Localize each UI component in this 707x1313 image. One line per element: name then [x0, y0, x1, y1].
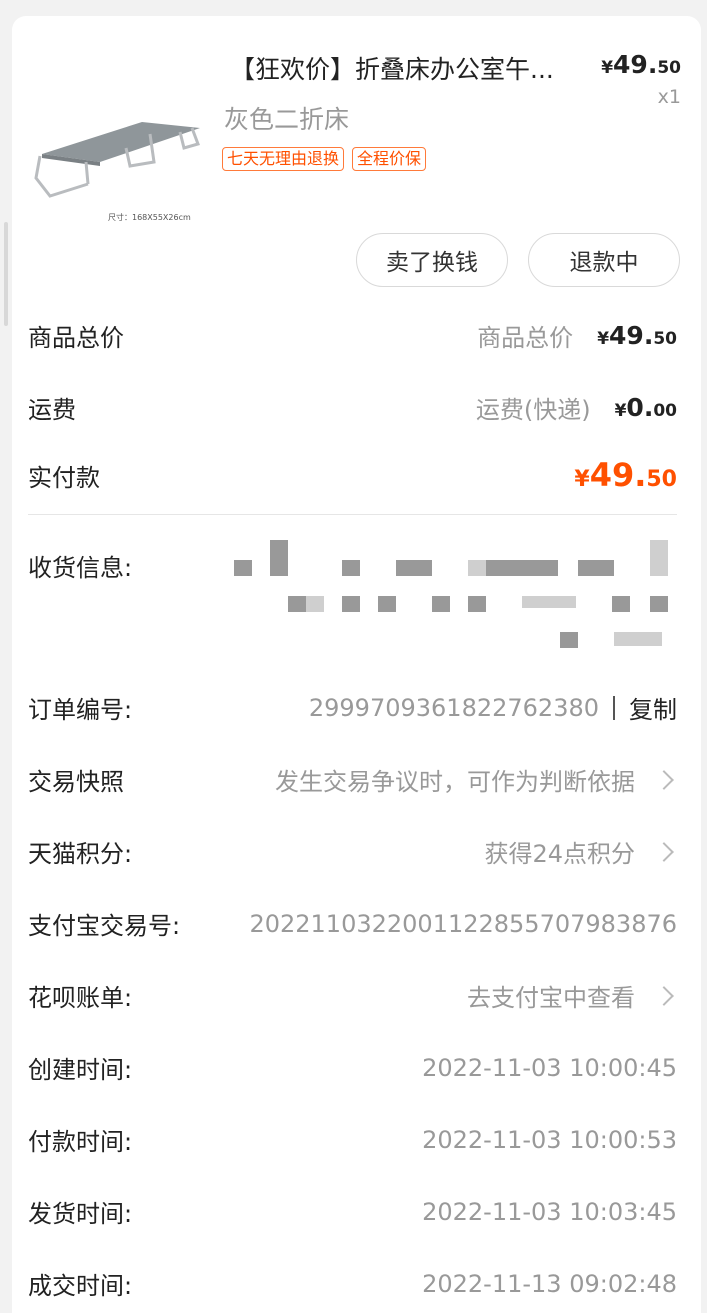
tag-price-protection[interactable]: 全程价保 — [352, 147, 427, 171]
created-time-value: 2022-11-03 10:00:45 — [422, 1053, 677, 1082]
shipped-time-value: 2022-11-03 10:03:45 — [422, 1197, 677, 1226]
closed-time-row: 成交时间: 2022-11-13 09:02:48 — [28, 1266, 677, 1301]
product-image-caption: 尺寸：168X55X26cm — [108, 212, 191, 222]
tag-seven-day-return[interactable]: 七天无理由退换 — [222, 147, 345, 171]
paid-time-label: 付款时间: — [28, 1128, 133, 1156]
huabei-bill-value: 去支付宝中查看 — [467, 984, 635, 1012]
tmall-points-value: 获得24点积分 — [484, 840, 635, 868]
closed-time-label: 成交时间: — [28, 1272, 133, 1300]
trade-snapshot-label: 交易快照 — [28, 768, 124, 796]
product-price: ¥49.50 — [601, 50, 681, 79]
huabei-bill-label: 花呗账单: — [28, 984, 133, 1012]
paid-time-row: 付款时间: 2022-11-03 10:00:53 — [28, 1122, 677, 1157]
chevron-right-icon — [654, 841, 674, 862]
order-detail-card: 尺寸：168X55X26cm 【狂欢价】折叠床办公室午... ¥49.50 x1… — [12, 16, 701, 1313]
tmall-points-label: 天猫积分: — [28, 840, 133, 868]
shipping-row: 运费 运费(快递) ¥0.00 — [28, 390, 677, 425]
product-title[interactable]: 【狂欢价】折叠床办公室午... — [230, 50, 590, 86]
product-quantity: x1 — [657, 86, 681, 108]
sell-for-cash-button[interactable]: 卖了换钱 — [356, 233, 508, 287]
product-image[interactable]: 尺寸：168X55X26cm — [30, 44, 200, 224]
shipping-info-label: 收货信息: — [28, 554, 133, 582]
paid-amount: ¥49.50 — [574, 456, 677, 494]
created-time-label: 创建时间: — [28, 1056, 133, 1084]
goods-total-row: 商品总价 商品总价 ¥49.50 — [28, 318, 677, 353]
service-tags: 七天无理由退换 全程价保 — [222, 147, 427, 171]
shipping-label: 运费 — [28, 396, 76, 424]
product-sku: 灰色二折床 — [224, 105, 350, 134]
order-number-row: 订单编号: 2999709361822762380 复制 — [28, 690, 677, 725]
goods-total-amount: ¥49.50 — [597, 321, 677, 350]
tmall-points-row[interactable]: 天猫积分: 获得24点积分 — [28, 834, 677, 869]
copy-order-number-button[interactable]: 复制 — [629, 690, 677, 725]
goods-total-label: 商品总价 — [28, 324, 124, 352]
trade-snapshot-value: 发生交易争议时，可作为判断依据 — [275, 768, 635, 796]
alipay-trade-number-row: 支付宝交易号: 2022110322001122855707983876 — [28, 906, 677, 941]
paid-label: 实付款 — [28, 463, 100, 492]
order-number-label: 订单编号: — [28, 696, 133, 724]
alipay-trade-number-label: 支付宝交易号: — [28, 912, 181, 940]
goods-total-sub: 商品总价 — [477, 324, 574, 352]
huabei-bill-row[interactable]: 花呗账单: 去支付宝中查看 — [28, 978, 677, 1013]
created-time-row: 创建时间: 2022-11-03 10:00:45 — [28, 1050, 677, 1085]
shipping-sub: 运费(快递) — [475, 396, 591, 424]
closed-time-value: 2022-11-13 09:02:48 — [422, 1269, 677, 1298]
divider — [28, 514, 677, 515]
chevron-right-icon — [654, 769, 674, 790]
refund-status-button[interactable]: 退款中 — [528, 233, 680, 287]
scroll-indicator[interactable] — [4, 222, 8, 326]
copy-separator — [613, 695, 615, 720]
chevron-right-icon — [654, 985, 674, 1006]
alipay-trade-number-value: 2022110322001122855707983876 — [249, 909, 677, 938]
order-number-value: 2999709361822762380 — [308, 693, 599, 722]
paid-row: 实付款 ¥49.50 — [28, 456, 677, 494]
paid-time-value: 2022-11-03 10:00:53 — [422, 1125, 677, 1154]
trade-snapshot-row[interactable]: 交易快照 发生交易争议时，可作为判断依据 — [28, 762, 677, 797]
shipped-time-label: 发货时间: — [28, 1200, 133, 1228]
shipped-time-row: 发货时间: 2022-11-03 10:03:45 — [28, 1194, 677, 1229]
shipping-amount: ¥0.00 — [614, 393, 677, 422]
